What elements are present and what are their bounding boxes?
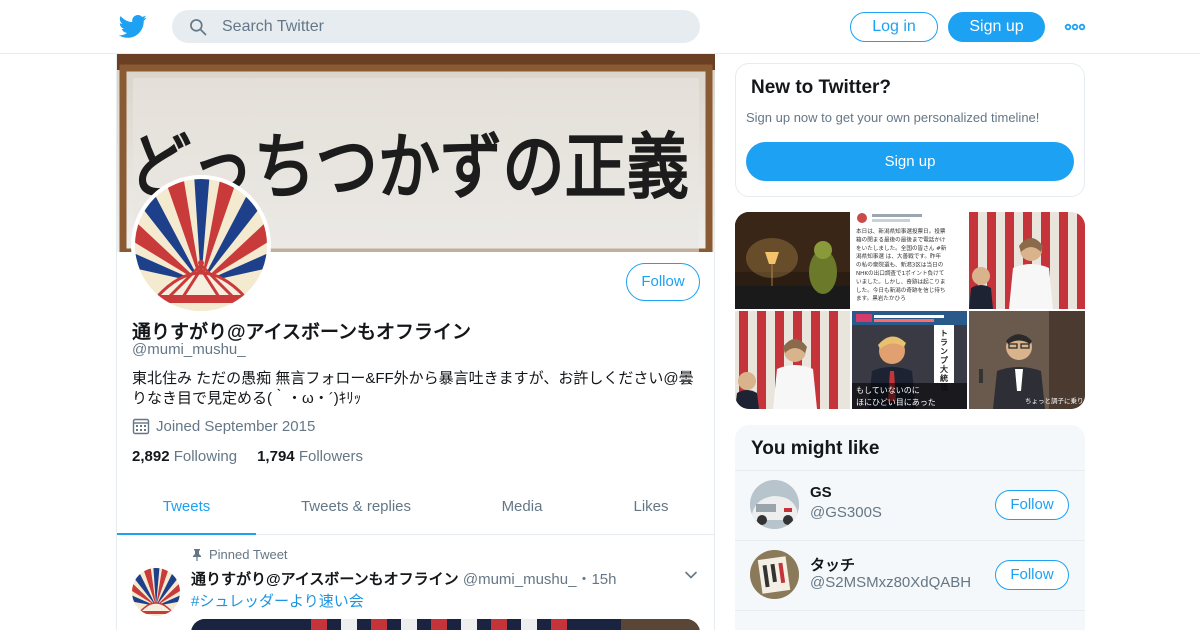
- tweet-screenshot-line: した。今日も新潟の奇跡を信じ待ち: [856, 286, 946, 294]
- media-thumb-5[interactable]: トランプ大統領 もしていないのに ほにひどい目にあった: [852, 311, 967, 409]
- tv-caption-trump: トランプ大統領: [939, 329, 949, 392]
- media-thumb-2[interactable]: 本日は、新潟県知事選投票日。投票 箱の閉まる最後の最後まで電話かけ をいたしました。…: [852, 212, 967, 309]
- suggested-user-name[interactable]: タッチ: [810, 554, 855, 575]
- following-count: 2,892: [132, 448, 170, 465]
- you-might-like-panel: You might like GS @GS300S Follow タッチ @S2…: [735, 425, 1085, 630]
- suggested-user-handle[interactable]: @S2MSMxz80XdQABH: [810, 574, 971, 591]
- suggested-user-row[interactable]: タッチ @S2MSMxz80XdQABH Follow: [735, 540, 1085, 610]
- media-preview-grid: 本日は、新潟県知事選投票日。投票 箱の閉まる最後の最後まで電話かけ をいたしました。…: [735, 212, 1085, 409]
- tweet-author-handle[interactable]: @mumi_mushu_: [463, 571, 577, 588]
- more-dots-icon[interactable]: [1064, 18, 1086, 36]
- media-thumb-1[interactable]: [735, 212, 850, 309]
- media-thumb-3[interactable]: [969, 212, 1085, 309]
- suggested-user-handle[interactable]: @GS300S: [810, 504, 882, 521]
- suggested-user-row[interactable]: GS @GS300S Follow: [735, 470, 1085, 540]
- profile-joined-date: Joined September 2015: [132, 417, 315, 435]
- search-bar[interactable]: [172, 10, 700, 43]
- tweet-header: 通りすがり@アイスボーンもオフライン @mumi_mushu_・15h: [191, 568, 617, 589]
- tv-caption-line-2: ほにひどい目にあった: [856, 398, 936, 407]
- following-label: Following: [173, 448, 238, 465]
- follow-button[interactable]: Follow: [626, 263, 700, 301]
- joined-text: Joined September 2015: [156, 418, 316, 435]
- tv-caption-interview: ちょっと調子に乗りまして: [1025, 396, 1085, 405]
- media-thumb-6[interactable]: ちょっと調子に乗りまして: [969, 311, 1085, 409]
- tweet-author-name[interactable]: 通りすがり@アイスボーンもオフライン: [191, 571, 459, 588]
- login-button[interactable]: Log in: [850, 12, 938, 42]
- suggested-user-avatar[interactable]: [750, 550, 799, 599]
- you-might-like-title: You might like: [751, 438, 880, 459]
- tab-media[interactable]: Media: [477, 485, 567, 535]
- suggested-user-avatar[interactable]: [750, 480, 799, 529]
- search-icon: [190, 19, 207, 36]
- tweet-screenshot-line: ます。黒岩たかひろ: [856, 294, 906, 302]
- new-to-twitter-card: New to Twitter? Sign up now to get your …: [735, 63, 1085, 197]
- tweet-media-image[interactable]: [191, 619, 700, 630]
- profile-column: どっちつかずの正義 Follow 通りすがり@アイスボーンもオフライン @mum…: [116, 54, 715, 630]
- pinned-tweet-text: Pinned Tweet: [209, 547, 288, 562]
- tweet-screenshot-line: いました。しかし、奇跡は起こりま: [856, 277, 946, 285]
- suggested-user-name[interactable]: GS: [810, 484, 832, 501]
- tab-tweets[interactable]: Tweets: [117, 485, 256, 535]
- signup-button[interactable]: Sign up: [948, 12, 1045, 42]
- profile-handle: @mumi_mushu_: [132, 341, 246, 358]
- tab-tweets-and-replies[interactable]: Tweets & replies: [277, 485, 435, 535]
- media-thumb-4[interactable]: [735, 311, 850, 409]
- new-to-twitter-subtitle: Sign up now to get your own personalized…: [746, 110, 1040, 125]
- suggested-user-follow-button[interactable]: Follow: [995, 560, 1069, 590]
- tweet-hashtag[interactable]: #シュレッダーより速い会: [191, 590, 364, 611]
- followers-label: Followers: [298, 448, 363, 465]
- profile-avatar[interactable]: [131, 175, 271, 315]
- followers-stat[interactable]: 1,794 Followers: [257, 448, 363, 465]
- tweet-screenshot-line: 本日は、新潟県知事選投票日。投票: [856, 227, 946, 235]
- followers-count: 1,794: [257, 448, 295, 465]
- tv-caption-line-1: もしていないのに: [856, 386, 920, 395]
- tweet-screenshot-line: の私の衆院選も、新潟3区は当日の: [856, 261, 944, 269]
- tweet-screenshot-line: NHKの出口調査で1ポイント負けて: [856, 269, 944, 277]
- pinned-tweet-label: Pinned Tweet: [191, 547, 288, 562]
- divider: [735, 610, 1085, 611]
- pin-icon: [193, 549, 201, 561]
- profile-tabs: Tweets Tweets & replies Media Likes: [117, 485, 715, 535]
- new-to-twitter-title: New to Twitter?: [751, 77, 892, 98]
- tweet-avatar[interactable]: [132, 568, 180, 616]
- tweet-screenshot-line: をいたしました。全国の皆さん #新: [856, 244, 947, 252]
- profile-stats: 2,892 Following 1,794 Followers: [132, 448, 363, 465]
- twitter-bird-icon[interactable]: [119, 12, 147, 40]
- suggested-user-follow-button[interactable]: Follow: [995, 490, 1069, 520]
- following-stat[interactable]: 2,892 Following: [132, 448, 237, 465]
- sidebar-signup-button[interactable]: Sign up: [746, 142, 1074, 181]
- tweet-screenshot-line: 箱の閉まる最後の最後まで電話かけ: [856, 235, 946, 243]
- top-navigation-bar: Log in Sign up: [0, 0, 1200, 54]
- calendar-icon: [132, 418, 150, 435]
- profile-bio: 東北住み ただの愚痴 無言フォロー&FF外から暴言吐きますが、お許しください@曇…: [132, 370, 694, 407]
- tweet-time[interactable]: ・15h: [576, 571, 616, 588]
- tweet-screenshot-line: 潟県知事選 は、大善戦です。昨年: [856, 252, 942, 260]
- tab-likes[interactable]: Likes: [607, 485, 695, 535]
- search-input[interactable]: [222, 10, 682, 43]
- profile-display-name: 通りすがり@アイスボーンもオフライン: [132, 322, 472, 343]
- chevron-down-icon[interactable]: [683, 567, 699, 583]
